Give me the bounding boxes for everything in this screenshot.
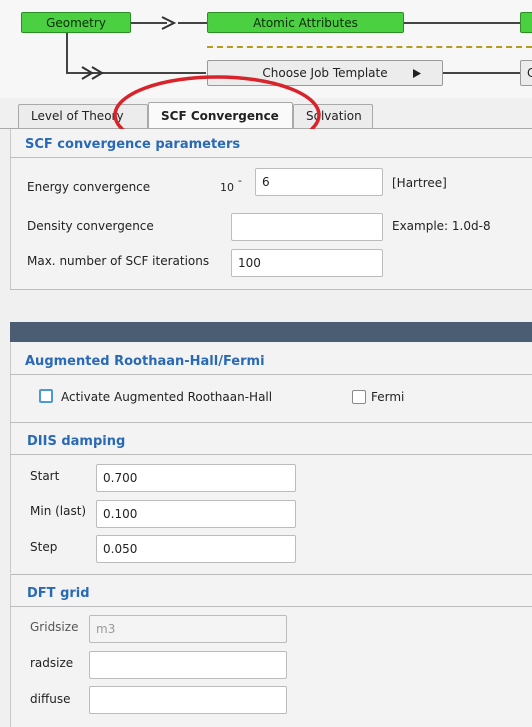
next-node[interactable]: [520, 12, 532, 33]
energy-unit-label: [Hartree]: [392, 176, 447, 190]
connector-line: [443, 72, 520, 74]
play-icon: [413, 69, 421, 78]
fermi-checkbox[interactable]: [352, 390, 366, 404]
activate-augmented-checkbox[interactable]: [39, 389, 53, 403]
diffuse-label: diffuse: [30, 692, 71, 706]
diis-step-input[interactable]: 0.050: [96, 535, 296, 563]
diffuse-input[interactable]: [89, 686, 287, 714]
geometry-node[interactable]: Geometry: [21, 12, 131, 33]
energy-prefix: 10: [220, 181, 234, 194]
energy-exponent-input[interactable]: 6: [255, 168, 383, 196]
double-arrow-icon: [81, 66, 104, 80]
density-example-label: Example: 1.0d-8: [392, 219, 491, 233]
connector-line: [178, 22, 208, 24]
section-divider: [10, 157, 532, 158]
connector-line: [66, 33, 68, 73]
density-convergence-input[interactable]: [231, 213, 383, 241]
diis-section-title: DIIS damping: [27, 434, 126, 449]
section-divider: [10, 374, 532, 375]
scf-section-title: SCF convergence parameters: [25, 137, 241, 152]
activate-augmented-label: Activate Augmented Roothaan-Hall: [61, 390, 273, 404]
dashed-separator: [207, 46, 532, 48]
radsize-input[interactable]: [89, 651, 287, 679]
fermi-label: Fermi: [371, 390, 405, 404]
atomic-attributes-node[interactable]: Atomic Attributes: [207, 12, 404, 33]
section-divider: [10, 454, 532, 455]
diis-min-label: Min (last): [30, 504, 87, 518]
density-convergence-label: Density convergence: [27, 219, 154, 233]
next-template-node[interactable]: C: [520, 60, 532, 86]
radsize-label: radsize: [30, 656, 74, 670]
gridsize-label: Gridsize: [30, 620, 79, 634]
section-divider: [10, 606, 532, 607]
gridsize-input[interactable]: m3: [89, 615, 287, 643]
diis-step-label: Step: [30, 540, 58, 554]
diis-min-input[interactable]: 0.100: [96, 500, 296, 528]
energy-convergence-label: Energy convergence: [27, 180, 151, 194]
arrow-right-icon: [161, 16, 177, 30]
dft-section-title: DFT grid: [27, 586, 90, 601]
diis-start-input[interactable]: 0.700: [96, 464, 296, 492]
connector-line: [404, 22, 520, 24]
section-header-bar: [10, 322, 532, 342]
energy-exponent-sign: -: [238, 174, 242, 187]
max-iterations-label: Max. number of SCF iterations: [27, 254, 210, 268]
max-iterations-input[interactable]: 100: [231, 249, 383, 277]
section-divider: [10, 289, 532, 290]
augmented-section-title: Augmented Roothaan-Hall/Fermi: [25, 354, 265, 369]
diis-start-label: Start: [30, 469, 60, 483]
